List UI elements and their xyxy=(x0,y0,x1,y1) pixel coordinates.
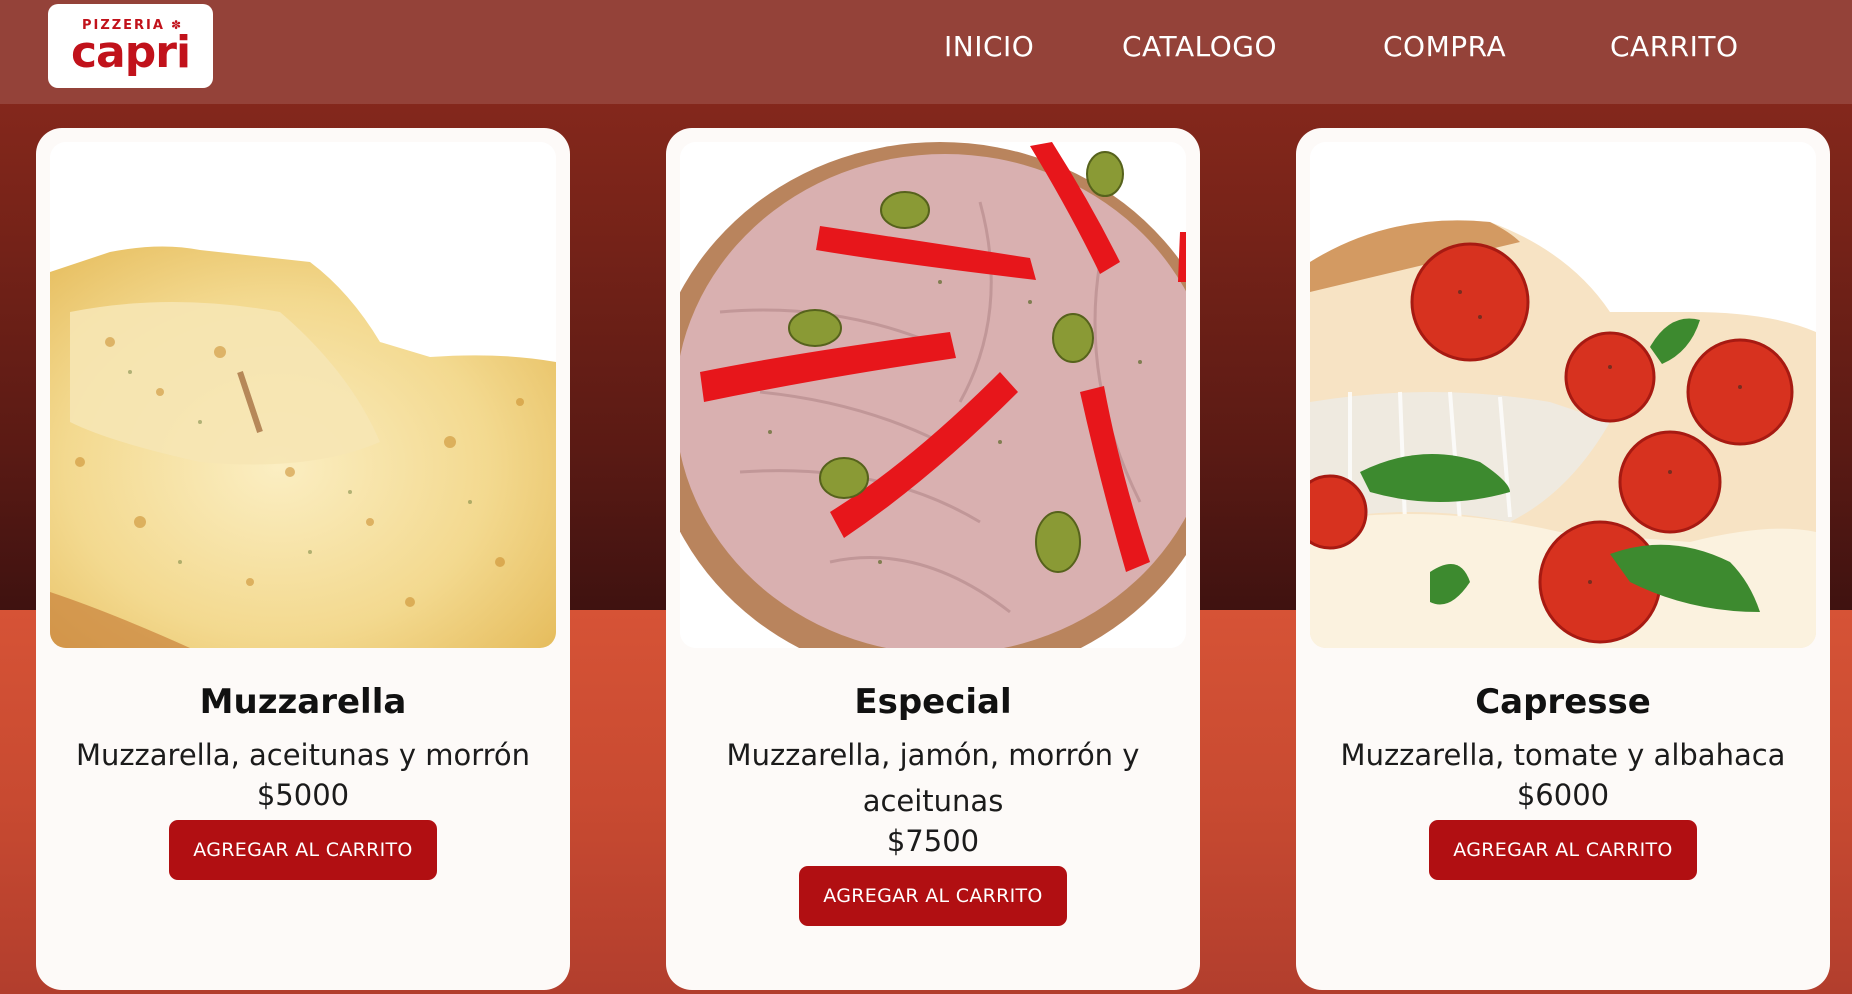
product-card-muzzarella: Muzzarella Muzzarella, aceitunas y morró… xyxy=(36,128,570,990)
product-card-capresse: Capresse Muzzarella, tomate y albahaca $… xyxy=(1296,128,1830,990)
nav-link-catalogo[interactable]: CATALOGO xyxy=(1122,30,1277,63)
pizzeria-capri-logo[interactable]: PIZZERIA ✽ capri xyxy=(48,4,213,88)
nav-link-inicio[interactable]: INICIO xyxy=(944,30,1034,63)
product-name: Capresse xyxy=(1475,682,1651,722)
add-to-cart-button[interactable]: AGREGAR AL CARRITO xyxy=(799,866,1067,926)
product-name: Muzzarella xyxy=(199,682,407,722)
product-name: Especial xyxy=(854,682,1012,722)
main-nav: INICIO CATALOGO COMPRA CARRITO xyxy=(944,0,1852,94)
product-price: $7500 xyxy=(886,824,980,858)
product-description: Muzzarella, tomate y albahaca xyxy=(1340,738,1786,772)
navbar: PIZZERIA ✽ capri INICIO CATALOGO COMPRA C… xyxy=(0,0,1852,104)
product-price: $6000 xyxy=(1516,778,1610,812)
logo-main-text: capri xyxy=(70,27,191,78)
product-card-especial: Especial Muzzarella, jamón, morrón y ace… xyxy=(666,128,1200,990)
add-to-cart-button[interactable]: AGREGAR AL CARRITO xyxy=(1429,820,1697,880)
product-description: Muzzarella, aceitunas y morrón xyxy=(75,738,531,772)
add-to-cart-button[interactable]: AGREGAR AL CARRITO xyxy=(169,820,437,880)
nav-link-carrito[interactable]: CARRITO xyxy=(1610,30,1739,63)
ham-pepper-olive-pizza-image xyxy=(680,142,1186,648)
product-price: $5000 xyxy=(256,778,350,812)
nav-link-compra[interactable]: COMPRA xyxy=(1383,30,1506,63)
cheese-pizza-image xyxy=(50,142,556,648)
product-description: Muzzarella, jamón, morrón y aceitunas xyxy=(726,738,1140,818)
tomato-basil-pizza-image xyxy=(1310,142,1816,648)
